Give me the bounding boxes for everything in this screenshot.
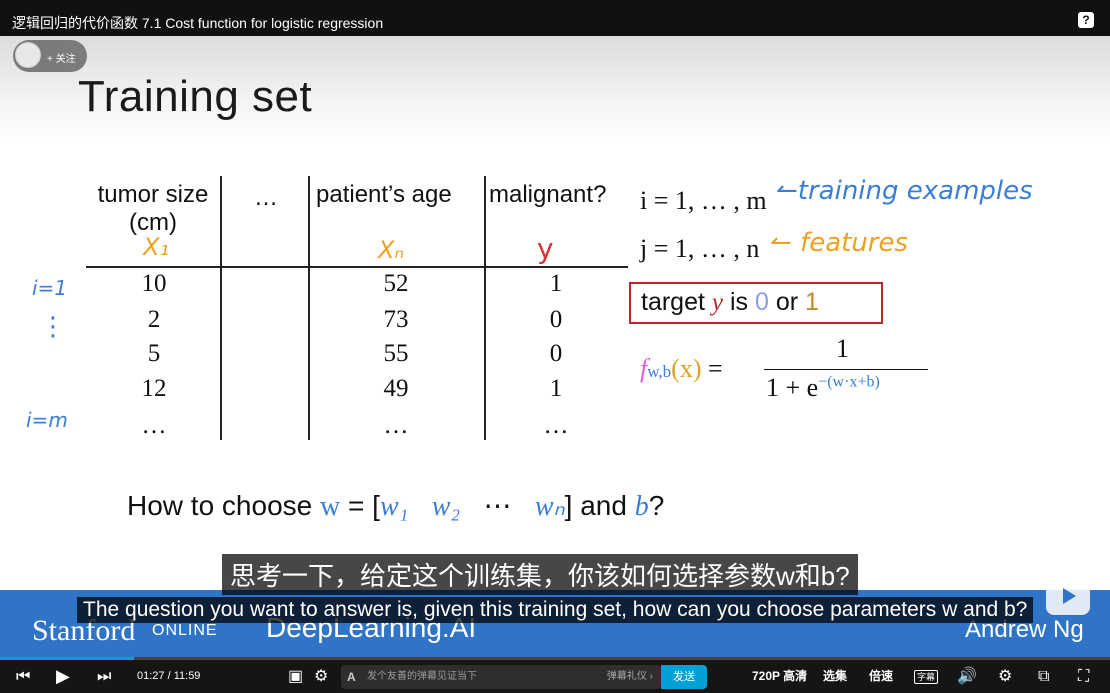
hand-training-examples: ↼training examples — [776, 176, 1033, 206]
subtitle-badge: 字幕 — [914, 670, 939, 684]
question-w: w — [320, 491, 341, 522]
table-divider-1 — [220, 176, 222, 440]
sigmoid-numerator: 1 — [836, 334, 849, 363]
slide-title: Training set — [78, 72, 313, 121]
cell-age: 49 — [383, 375, 409, 402]
help-icon[interactable]: ? — [1078, 12, 1094, 28]
subtitle-chinese: 思考一下，给定这个训练集，你该如何选择参数w和b? — [222, 554, 858, 595]
player-controls: ⏮ ▶ ⏭ 01:27 / 11:59 ▣ ⚙ A 发个友善的弹幕见证当下 弹幕… — [0, 660, 1110, 693]
denominator-base: 1 + e — [766, 373, 819, 402]
cell-tumor-size: 5 — [147, 340, 161, 367]
header-malignant: malignant? — [489, 181, 607, 208]
table-divider-2 — [308, 176, 310, 440]
next-icon[interactable]: ⏭ — [97, 660, 111, 693]
cell-tumor-size: … — [141, 412, 167, 439]
episodes-button[interactable]: 选集 — [823, 660, 847, 693]
speed-button[interactable]: 倍速 — [869, 660, 893, 693]
header-tumor-size: tumor size (cm) — [88, 181, 218, 237]
danmaku-toggle-icon[interactable]: ▣ — [288, 660, 303, 693]
tv-play-icon[interactable] — [1046, 577, 1090, 615]
follow-button[interactable]: + 关注 — [13, 40, 87, 72]
danmaku-placeholder: 发个友善的弹幕见证当下 — [367, 671, 477, 682]
cell-malignant: 0 — [549, 306, 563, 333]
cell-malignant: 1 — [549, 375, 563, 402]
sigmoid-lhs: fw,b(x) = — [640, 354, 723, 384]
danmaku-style-icon[interactable]: A — [347, 665, 356, 689]
picture-in-picture-icon[interactable]: ⧉ — [1038, 660, 1049, 693]
header-tumor-size-text: tumor size (cm) — [97, 181, 209, 236]
target-is: is — [729, 288, 749, 316]
index-i-range: i = 1, … , m — [640, 186, 767, 215]
time-total: 11:59 — [173, 670, 201, 682]
question-wn: wₙ — [534, 491, 565, 522]
target-y: y — [711, 289, 723, 316]
cell-malignant: 1 — [549, 270, 563, 297]
previous-icon[interactable]: ⏮ — [16, 660, 30, 693]
subtitle-english: The question you want to answer is, give… — [77, 597, 1034, 623]
avatar — [15, 42, 41, 68]
cell-tumor-size: 2 — [147, 306, 161, 333]
cell-age: 55 — [383, 340, 409, 367]
settings-icon[interactable]: ⚙ — [998, 660, 1012, 693]
hand-label-y: y — [537, 232, 554, 265]
question-suffix: ] and — [564, 490, 627, 521]
cell-tumor-size: 12 — [141, 375, 167, 402]
time-current: 01:27 — [137, 670, 165, 682]
subtitle-button[interactable]: 字幕 — [914, 660, 939, 693]
index-j-range: j = 1, … , n — [640, 234, 760, 263]
time-separator: / — [167, 670, 171, 682]
header-ellipsis: … — [254, 184, 278, 211]
danmaku-etiquette-link[interactable]: 弹幕礼仪 › — [607, 665, 653, 689]
cell-age: 52 — [383, 270, 409, 297]
hand-label-xn: Xₙ — [378, 236, 405, 264]
time-display: 01:27 / 11:59 — [137, 660, 200, 693]
online-label: ONLINE — [152, 622, 218, 639]
fraction-bar — [764, 369, 928, 370]
hand-features: ↼ features — [770, 228, 909, 258]
table-divider-3 — [484, 176, 486, 440]
quality-button[interactable]: 720P 高清 — [752, 660, 807, 693]
question-w1: w₁ — [379, 491, 409, 522]
fullscreen-icon[interactable]: ⛶ — [1078, 660, 1089, 693]
volume-icon[interactable]: 🔊 — [957, 660, 977, 693]
video-title: 逻辑回归的代价函数 7.1 Cost function for logistic… — [12, 15, 384, 31]
f-argument: (x) — [671, 354, 702, 383]
row-mark-last: i=m — [26, 408, 68, 432]
question-dots: ⋯ — [483, 490, 512, 521]
question-b: b — [634, 491, 649, 522]
table-header-rule — [86, 266, 628, 268]
row-mark-dots: ⋮ — [40, 312, 66, 342]
f-subscript: w,b — [647, 362, 672, 381]
cell-age: 73 — [383, 306, 409, 333]
question-equals: = [ — [348, 490, 380, 521]
header-patient-age: patient’s age — [316, 181, 452, 208]
target-or: or — [775, 288, 799, 316]
title-bar: 逻辑回归的代价函数 7.1 Cost function for logistic… — [0, 0, 1110, 36]
play-icon[interactable]: ▶ — [56, 660, 70, 693]
question-end: ? — [648, 490, 665, 521]
danmaku-settings-icon[interactable]: ⚙ — [314, 660, 328, 693]
send-button[interactable]: 发送 — [661, 665, 707, 689]
question-prefix: How to choose — [127, 490, 313, 521]
follow-label: + 关注 — [47, 54, 76, 65]
f-equals: = — [708, 354, 723, 383]
target-prefix: target — [641, 288, 705, 316]
cell-malignant: 0 — [549, 340, 563, 367]
danmaku-input[interactable]: A 发个友善的弹幕见证当下 弹幕礼仪 › — [341, 665, 661, 689]
target-zero: 0 — [754, 288, 769, 316]
denominator-exponent: −(w·x+b) — [818, 373, 880, 391]
cell-tumor-size: 10 — [141, 270, 167, 297]
question-w2: w₂ — [431, 491, 461, 522]
question-line: How to choose w = [w₁ w₂ ⋯ wₙ] and b? — [127, 489, 664, 523]
video-frame[interactable]: + 关注 Training set tumor size (cm) … pati… — [0, 36, 1110, 660]
sigmoid-denominator: 1 + e−(w·x+b) — [766, 373, 880, 403]
row-mark-first: i=1 — [32, 276, 68, 300]
hand-label-x1: X₁ — [143, 233, 170, 261]
target-box: target y is 0 or 1 — [629, 282, 883, 324]
cell-malignant: … — [543, 412, 569, 439]
cell-age: … — [383, 412, 409, 439]
target-one: 1 — [805, 288, 819, 316]
